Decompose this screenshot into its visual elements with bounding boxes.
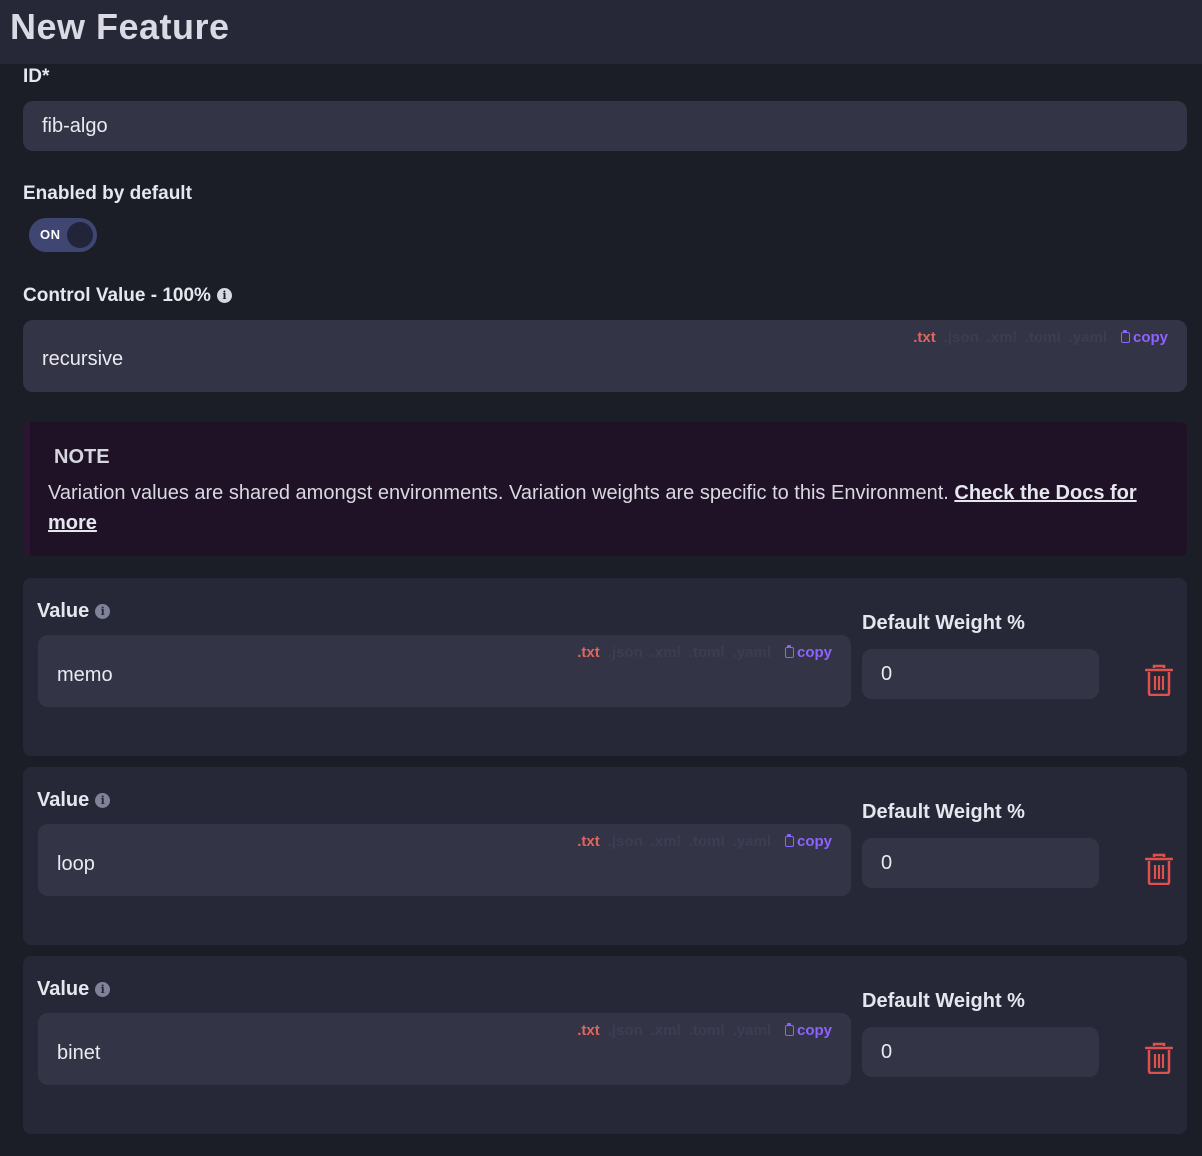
weight-label: Default Weight %	[862, 801, 1025, 823]
weight-input[interactable]: 0	[862, 1027, 1099, 1077]
format-yaml-button[interactable]: .yaml	[733, 644, 771, 661]
control-value-label: Control Value - 100% i	[23, 285, 232, 307]
clipboard-icon	[1120, 330, 1130, 343]
value-label: Value i	[37, 978, 111, 1001]
copy-label: copy	[796, 644, 832, 661]
format-toml-button[interactable]: .toml	[1025, 329, 1061, 346]
page-title: New Feature	[10, 6, 230, 47]
value-label-text: Value	[37, 978, 90, 1000]
info-icon[interactable]: i	[95, 982, 111, 997]
format-txt-button[interactable]: .txt	[577, 833, 600, 850]
toggle-knob	[67, 222, 93, 248]
note-body: Variation values are shared amongst envi…	[48, 482, 955, 504]
copy-label: copy	[1132, 329, 1168, 346]
copy-label: copy	[796, 833, 832, 850]
trash-icon[interactable]	[1145, 1042, 1173, 1074]
format-toml-button[interactable]: .toml	[689, 644, 725, 661]
control-value-label-text: Control Value - 100%	[23, 285, 211, 306]
format-txt-button[interactable]: .txt	[913, 329, 936, 346]
value-text: loop	[57, 853, 95, 875]
format-toml-button[interactable]: .toml	[689, 833, 725, 850]
format-xml-button[interactable]: .xml	[987, 329, 1017, 346]
control-value-text: recursive	[42, 348, 124, 370]
variation-card: Value i binet .txt .json .xml .toml .yaml copy…	[23, 956, 1187, 1134]
note-text: Variation values are shared amongst envi…	[48, 478, 1168, 538]
copy-button[interactable]: copy	[784, 644, 832, 661]
value-label-text: Value	[37, 600, 90, 622]
value-text: binet	[57, 1042, 101, 1064]
value-label: Value i	[37, 789, 111, 812]
value-editor[interactable]: loop .txt .json .xml .toml .yaml copy	[38, 824, 851, 896]
weight-value: 0	[881, 1041, 893, 1063]
id-input[interactable]: fib-algo	[23, 101, 1187, 151]
format-json-button[interactable]: .json	[608, 833, 643, 850]
id-input-value: fib-algo	[42, 115, 108, 137]
copy-label: copy	[796, 1022, 832, 1039]
copy-button[interactable]: copy	[784, 833, 832, 850]
format-json-button[interactable]: .json	[608, 1022, 643, 1039]
weight-value: 0	[881, 663, 893, 685]
note-title: NOTE	[54, 446, 110, 468]
value-label-text: Value	[37, 789, 90, 811]
format-xml-button[interactable]: .xml	[651, 644, 681, 661]
weight-input[interactable]: 0	[862, 838, 1099, 888]
format-xml-button[interactable]: .xml	[651, 1022, 681, 1039]
format-txt-button[interactable]: .txt	[577, 644, 600, 661]
clipboard-icon	[784, 1023, 794, 1036]
weight-label: Default Weight %	[862, 612, 1025, 634]
format-switcher: .txt .json .xml .toml .yaml copy	[577, 1022, 832, 1039]
format-xml-button[interactable]: .xml	[651, 833, 681, 850]
format-yaml-button[interactable]: .yaml	[1069, 329, 1107, 346]
control-value-editor[interactable]: recursive .txt .json .xml .toml .yaml copy	[23, 320, 1187, 392]
weight-input[interactable]: 0	[862, 649, 1099, 699]
format-yaml-button[interactable]: .yaml	[733, 1022, 771, 1039]
value-label: Value i	[37, 600, 111, 623]
format-switcher: .txt .json .xml .toml .yaml copy	[577, 644, 832, 661]
enabled-label: Enabled by default	[23, 183, 192, 204]
clipboard-icon	[784, 645, 794, 658]
format-switcher: .txt .json .xml .toml .yaml copy	[913, 329, 1168, 346]
trash-icon[interactable]	[1145, 664, 1173, 696]
page-header: New Feature	[0, 0, 1202, 64]
format-json-button[interactable]: .json	[944, 329, 979, 346]
info-icon[interactable]: i	[95, 604, 111, 619]
format-toml-button[interactable]: .toml	[689, 1022, 725, 1039]
clipboard-icon	[784, 834, 794, 847]
info-icon[interactable]: i	[95, 793, 111, 808]
weight-value: 0	[881, 852, 893, 874]
trash-icon[interactable]	[1145, 853, 1173, 885]
format-json-button[interactable]: .json	[608, 644, 643, 661]
toggle-state-text: ON	[40, 227, 61, 242]
copy-button[interactable]: copy	[784, 1022, 832, 1039]
value-text: memo	[57, 664, 113, 686]
format-txt-button[interactable]: .txt	[577, 1022, 600, 1039]
weight-label: Default Weight %	[862, 990, 1025, 1012]
variation-card: Value i memo .txt .json .xml .toml .yaml copy …	[23, 578, 1187, 756]
id-label: ID*	[23, 66, 50, 87]
info-icon[interactable]: i	[216, 288, 232, 303]
variation-card: Value i loop .txt .json .xml .toml .yaml copy …	[23, 767, 1187, 945]
note-callout: NOTE Variation values are shared amongst…	[23, 422, 1187, 556]
value-editor[interactable]: binet .txt .json .xml .toml .yaml copy	[38, 1013, 851, 1085]
format-switcher: .txt .json .xml .toml .yaml copy	[577, 833, 832, 850]
copy-button[interactable]: copy	[1120, 329, 1168, 346]
enabled-toggle[interactable]: ON	[29, 218, 97, 252]
format-yaml-button[interactable]: .yaml	[733, 833, 771, 850]
value-editor[interactable]: memo .txt .json .xml .toml .yaml copy	[38, 635, 851, 707]
